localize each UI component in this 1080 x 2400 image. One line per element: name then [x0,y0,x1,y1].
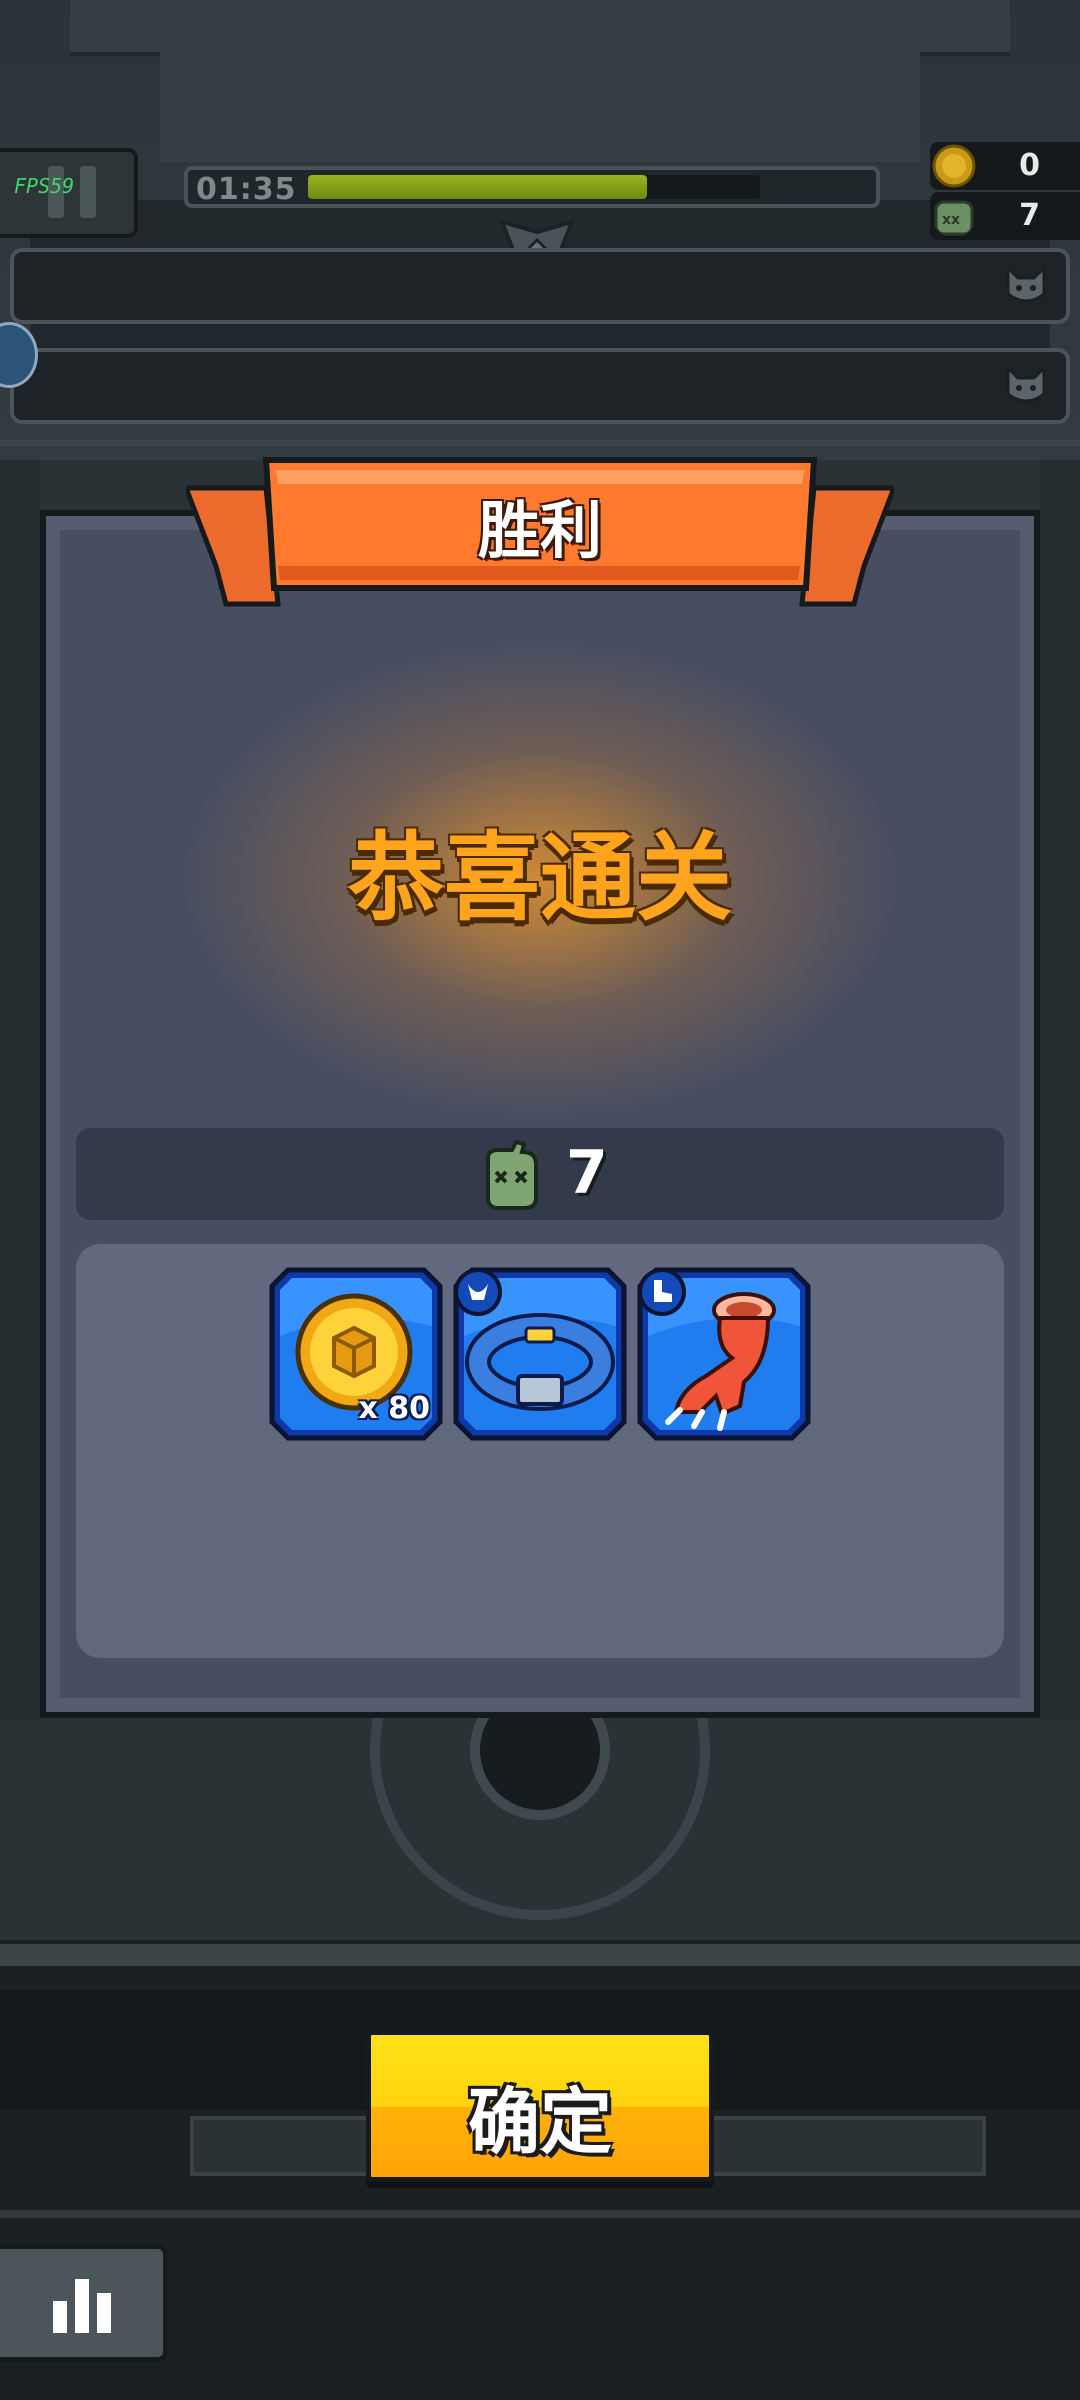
reward-quantity: x 80 [358,1391,430,1426]
svg-text:xx: xx [942,212,960,228]
background-left-wall [0,460,40,1720]
zombie-icon: xx [934,200,974,236]
zombie-icon [486,1140,538,1210]
reward-item-gold-coin[interactable]: x 80 [268,1266,444,1442]
timer-text: 01:35 [196,172,297,207]
stage-progress-bar [308,175,760,199]
kill-value: 7 [1019,198,1040,233]
coin-value: 0 [1019,148,1040,183]
stage-timer: 01:35 [184,166,880,208]
title-ribbon: 胜利 [186,454,894,624]
background-floor-line [0,2210,1080,2218]
coin-icon [932,144,976,188]
boss-bar-2 [10,348,1070,424]
cat-icon [1006,266,1046,303]
reward-item-blue-collar[interactable] [452,1266,628,1442]
background-right-wall [1040,460,1080,1720]
cat-icon [1006,366,1046,403]
background-rail [0,1944,1080,1966]
background-top-panel [70,0,1010,56]
equip-slot-boot-icon [638,1268,686,1316]
kill-count: 7 [566,1138,608,1208]
kill-summary: 7 [76,1128,1004,1220]
confirm-button[interactable]: 确定 [366,2030,714,2182]
kill-counter: xx 7 [930,192,1080,240]
pause-button[interactable]: FPS59 [0,148,138,238]
boss-bar-1 [10,248,1070,324]
coin-counter: 0 [930,142,1080,190]
stats-button[interactable] [0,2244,168,2362]
confirm-button-label: 确定 [467,2080,612,2164]
background-divider [0,440,1080,446]
stage-progress-fill [308,175,647,199]
reward-panel: x 80 [76,1244,1004,1658]
dialog-title: 胜利 [477,494,602,567]
fps-counter: FPS59 [14,174,75,198]
congrats-message: 恭喜通关 [348,822,732,934]
stats-icon [53,2279,111,2333]
equip-slot-neck-icon [454,1268,502,1316]
reward-item-claw-boot[interactable] [636,1266,812,1442]
background-wall [160,52,920,162]
